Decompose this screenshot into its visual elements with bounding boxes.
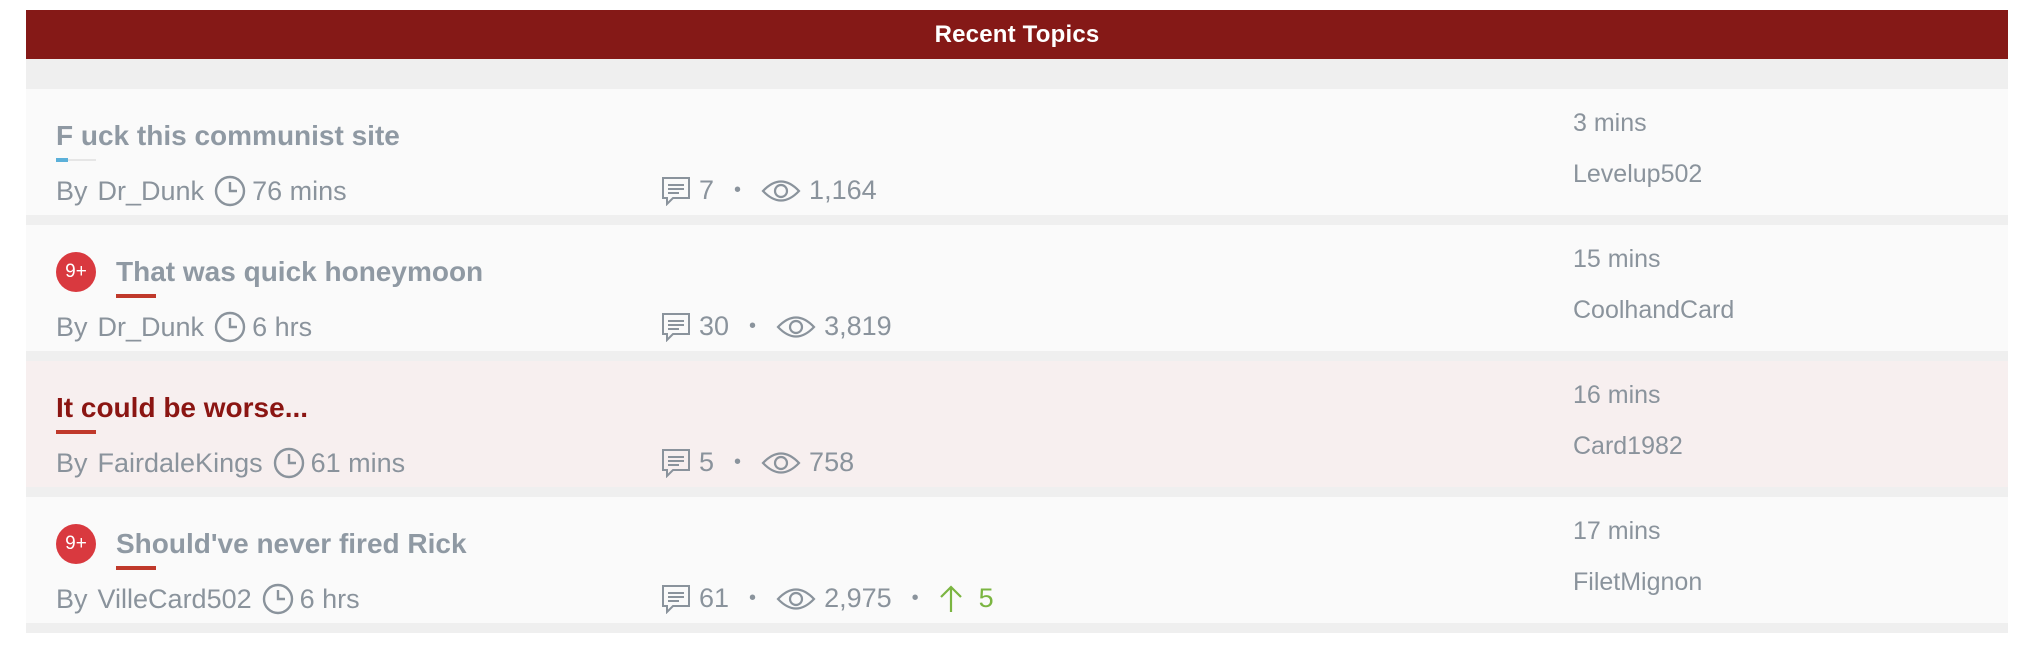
reply-count: 7 [699,175,715,205]
last-post: 17 mins FiletMignon [1573,517,1702,597]
unread-badge: 9+ [56,524,96,564]
clock-icon [262,583,294,615]
view-count: 2,975 [824,583,892,613]
topic-age: 6 hrs [299,583,360,614]
topic-byline: By Dr_Dunk 6 hrs [56,311,312,343]
eye-icon [776,314,816,340]
vote-value: 5 [978,583,994,613]
topic-title-link[interactable]: That was quick honeymoon [116,256,483,298]
topic-age: 76 mins [252,175,347,206]
comment-icon [661,312,691,342]
eye-icon [761,450,801,476]
last-post: 3 mins Levelup502 [1573,109,1702,189]
last-post: 16 mins Card1982 [1573,381,1683,461]
last-post: 15 mins CoolhandCard [1573,245,1734,325]
topic-stats: 30 • 3,819 [661,311,892,342]
recent-topics-panel: Recent Topics F uck this communist site … [26,10,2008,633]
panel-title: Recent Topics [934,20,1100,48]
clock-icon [214,311,246,343]
last-post-time[interactable]: 3 mins [1573,109,1647,137]
author-link[interactable]: VilleCard502 [98,584,252,615]
topic-row[interactable]: F uck this communist site By Dr_Dunk 76 … [26,89,2008,225]
topic-row[interactable]: 9+ That was quick honeymoon By Dr_Dunk 6… [26,225,2008,361]
topic-age: 61 mins [310,447,406,478]
stat-separator: • [749,315,757,337]
by-label: By [56,583,88,614]
topic-age: 6 hrs [252,311,313,342]
eye-icon [776,586,816,612]
last-post-user[interactable]: FiletMignon [1573,568,1702,597]
reply-count: 5 [699,447,715,477]
topic-byline: By VilleCard502 6 hrs [56,583,360,615]
topic-title-line: It could be worse... [56,387,308,434]
header-spacer [26,59,2008,89]
stat-separator: • [734,179,742,201]
topic-byline: By FairdaleKings 61 mins [56,447,405,479]
last-post-time[interactable]: 17 mins [1573,517,1661,545]
reply-count: 30 [699,311,730,341]
topic-stats: 7 • 1,164 [661,175,877,206]
topic-title-link[interactable]: Should've never fired Rick [116,528,467,570]
topic-row[interactable]: It could be worse... By FairdaleKings 61… [26,361,2008,497]
last-post-user[interactable]: CoolhandCard [1573,296,1734,325]
author-link[interactable]: FairdaleKings [98,448,263,479]
topic-stats: 61 • 2,975 • 5 [661,583,994,614]
last-post-user[interactable]: Card1982 [1573,432,1683,461]
topic-byline: By Dr_Dunk 76 mins [56,175,347,207]
comment-icon [661,584,691,614]
reply-count: 61 [699,583,730,613]
unread-badge: 9+ [56,252,96,292]
panel-header: Recent Topics [26,10,2008,59]
clock-icon [273,447,305,479]
by-label: By [56,447,88,478]
stat-separator: • [911,587,919,609]
topic-title-line: F uck this communist site [56,115,400,162]
clock-icon [214,175,246,207]
by-label: By [56,175,88,206]
topic-title-line: 9+ Should've never fired Rick [56,523,467,570]
last-post-time[interactable]: 15 mins [1573,245,1661,273]
topic-title-link[interactable]: It could be worse... [56,392,308,434]
eye-icon [761,178,801,204]
topic-title-line: 9+ That was quick honeymoon [56,251,483,298]
last-post-user[interactable]: Levelup502 [1573,160,1702,189]
author-link[interactable]: Dr_Dunk [98,312,205,343]
stat-separator: • [749,587,757,609]
upvote-count[interactable]: 5 [939,583,994,614]
last-post-time[interactable]: 16 mins [1573,381,1661,409]
view-count: 3,819 [824,311,892,341]
arrow-up-icon [939,584,963,614]
comment-icon [661,176,691,206]
topic-title-link[interactable]: F uck this communist site [56,120,400,162]
comment-icon [661,448,691,478]
by-label: By [56,311,88,342]
view-count: 1,164 [809,175,877,205]
stat-separator: • [734,451,742,473]
topic-stats: 5 • 758 [661,447,854,478]
view-count: 758 [809,447,855,477]
author-link[interactable]: Dr_Dunk [98,176,205,207]
topic-row[interactable]: 9+ Should've never fired Rick By VilleCa… [26,497,2008,633]
